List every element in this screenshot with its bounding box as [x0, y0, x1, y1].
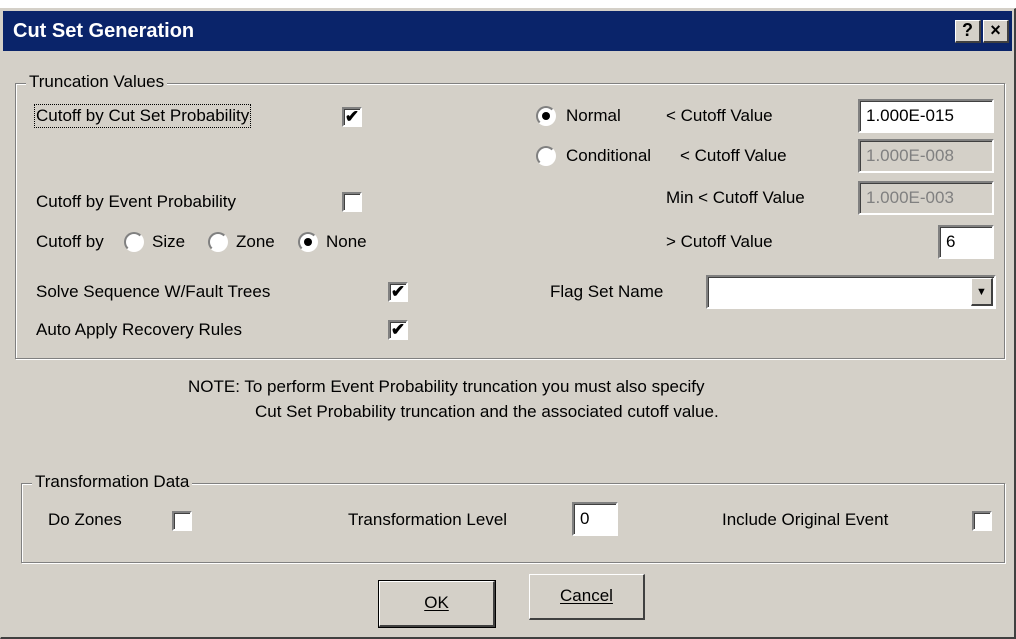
ok-button-label: OK [424, 593, 449, 612]
cutoff-by-none-radio[interactable] [298, 232, 318, 252]
normal-cutoff-label: < Cutoff Value [666, 106, 773, 125]
truncation-values-legend: Truncation Values [26, 72, 168, 92]
chevron-down-icon[interactable]: ▼ [971, 278, 993, 306]
do-zones-checkbox[interactable] [172, 511, 192, 531]
help-button[interactable]: ? [955, 20, 981, 43]
normal-radio[interactable] [536, 106, 556, 126]
solve-sequence-label: Solve Sequence W/Fault Trees [36, 282, 271, 301]
event-prob-label: Cutoff by Event Probability [36, 192, 237, 211]
cancel-button-label: Cancel [560, 586, 613, 605]
conditional-label: Conditional [566, 146, 652, 165]
cancel-button[interactable]: Cancel [529, 574, 645, 620]
min-cutoff-input[interactable]: 1.000E-003 [858, 181, 994, 215]
cut-set-generation-dialog: Cut Set Generation ? × Truncation Values… [0, 8, 1016, 639]
gt-cutoff-label: > Cutoff Value [666, 232, 773, 251]
cutoff-by-zone-label: Zone [236, 232, 275, 251]
min-cutoff-label: Min < Cutoff Value [666, 188, 805, 207]
transformation-data-legend: Transformation Data [32, 472, 193, 492]
cutoff-by-zone-radio[interactable] [208, 232, 228, 252]
normal-cutoff-input[interactable]: 1.000E-015 [858, 99, 994, 133]
note-line-1: NOTE: To perform Event Probability trunc… [188, 377, 705, 396]
cutoff-by-size-label: Size [152, 232, 186, 251]
do-zones-label: Do Zones [48, 510, 122, 529]
note-line-2: Cut Set Probability truncation and the a… [255, 402, 719, 421]
auto-apply-label: Auto Apply Recovery Rules [36, 320, 242, 339]
gt-cutoff-input[interactable]: 6 [938, 225, 994, 259]
event-prob-checkbox[interactable] [342, 192, 362, 212]
dialog-title: Cut Set Generation [13, 20, 195, 42]
truncation-values-group: Truncation Values Cutoff by Cut Set Prob… [15, 72, 1005, 359]
transformation-level-input[interactable]: 0 [572, 502, 618, 536]
include-original-checkbox[interactable] [972, 511, 992, 531]
flag-set-label: Flag Set Name [550, 282, 664, 301]
close-button[interactable]: × [983, 20, 1009, 43]
transformation-data-group: Transformation Data Do Zones Transformat… [21, 472, 1005, 563]
cutset-prob-label: Cutoff by Cut Set Probability [33, 104, 252, 128]
title-bar[interactable]: Cut Set Generation ? × [3, 11, 1012, 51]
solve-sequence-checkbox[interactable]: ✔ [388, 282, 408, 302]
cutoff-by-label: Cutoff by [36, 232, 104, 251]
conditional-cutoff-input[interactable]: 1.000E-008 [858, 139, 994, 173]
ok-button[interactable]: OK [378, 580, 496, 628]
conditional-radio[interactable] [536, 146, 556, 166]
cutoff-by-none-label: None [326, 232, 367, 251]
conditional-cutoff-label: < Cutoff Value [680, 146, 787, 165]
cutoff-by-size-radio[interactable] [124, 232, 144, 252]
transformation-level-label: Transformation Level [348, 510, 508, 529]
include-original-label: Include Original Event [722, 510, 889, 529]
flag-set-dropdown[interactable]: ▼ [706, 275, 996, 309]
cutset-prob-checkbox[interactable]: ✔ [342, 107, 362, 127]
auto-apply-checkbox[interactable]: ✔ [388, 320, 408, 340]
normal-label: Normal [566, 106, 621, 125]
